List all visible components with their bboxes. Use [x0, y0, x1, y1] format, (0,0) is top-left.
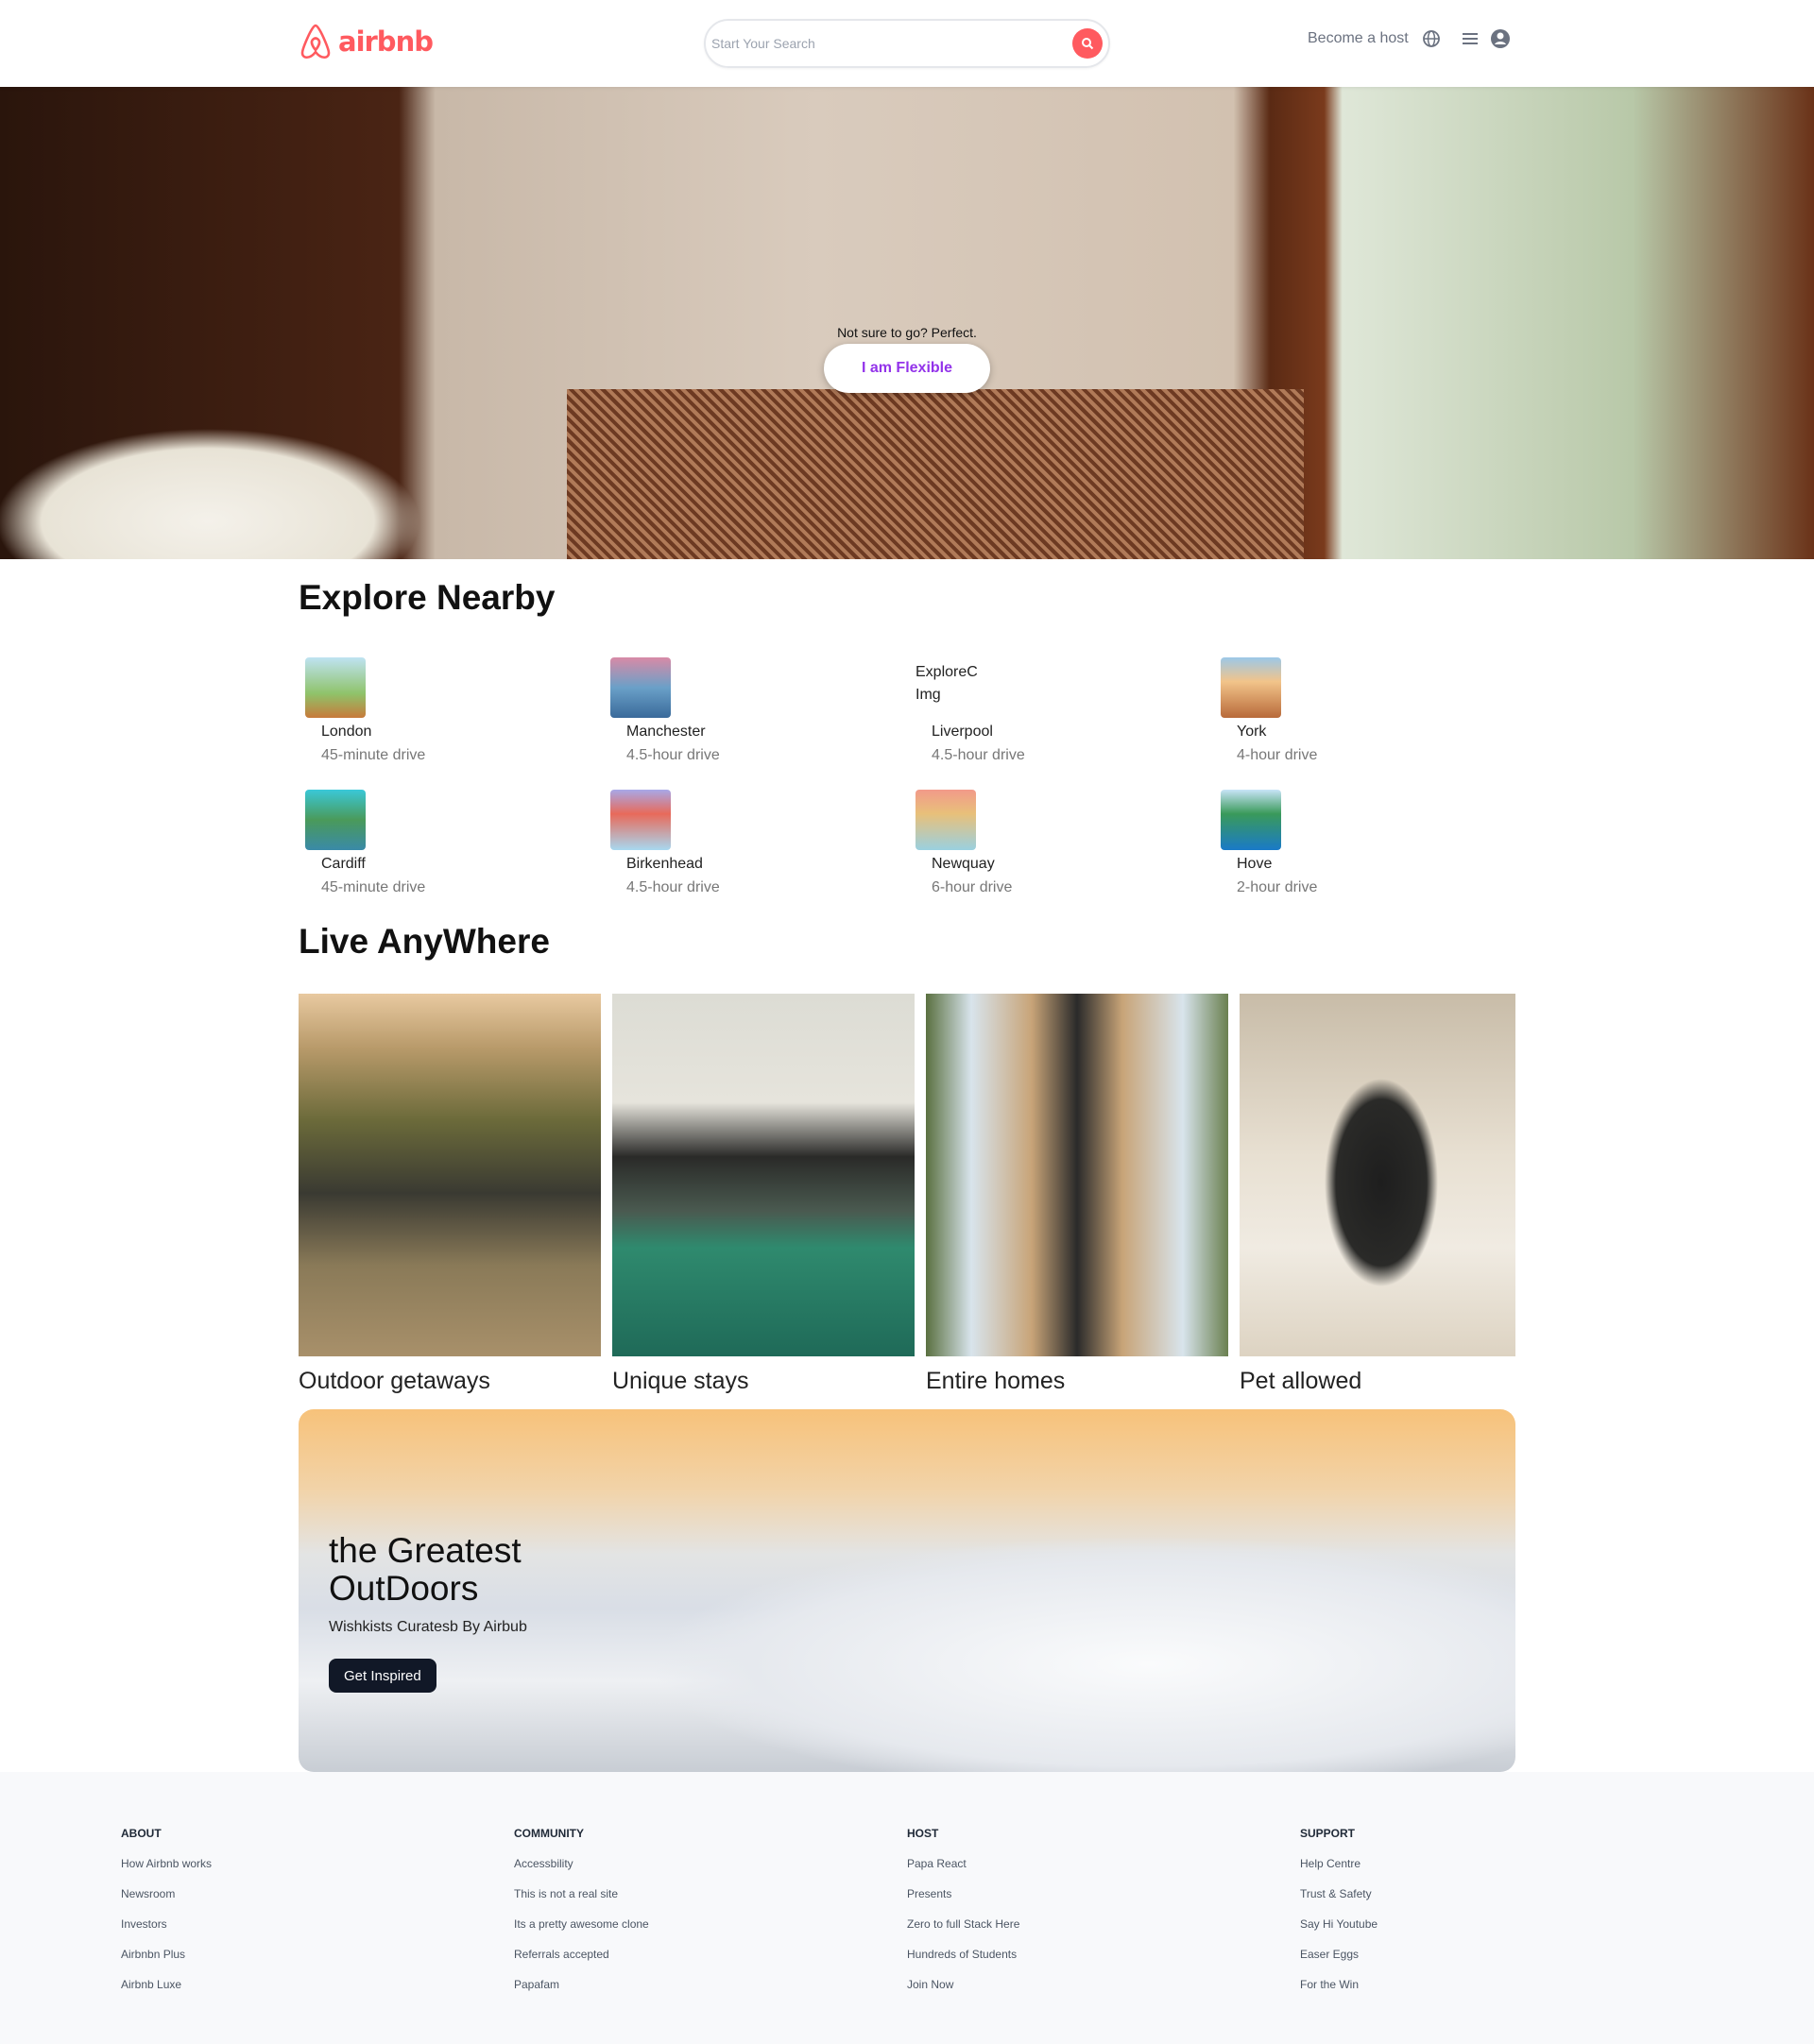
location-distance: 4.5-hour drive: [626, 747, 720, 763]
footer-link[interactable]: How Airbnb works: [121, 1857, 212, 1887]
flexible-button[interactable]: I am Flexible: [824, 344, 990, 393]
banner-title: the Greatest OutDoors: [329, 1531, 522, 1608]
footer-link[interactable]: Easer Eggs: [1300, 1948, 1378, 1978]
footer-link[interactable]: Its a pretty awesome clone: [514, 1917, 649, 1948]
nearby-location[interactable]: Newquay 6-hour drive: [916, 790, 1199, 895]
location-name: London: [321, 724, 372, 740]
footer-column: ABOUT How Airbnb works Newsroom Investors Ai…: [121, 1827, 212, 2008]
footer-heading: COMMUNITY: [514, 1827, 584, 1840]
unique-stays-image: [612, 994, 915, 1356]
hero-tagline: Not sure to go? Perfect.: [837, 325, 977, 340]
footer-link[interactable]: Zero to full Stack Here: [907, 1917, 1019, 1948]
outdoor-getaways-image: [299, 994, 601, 1356]
location-thumbnail: [1221, 657, 1281, 718]
live-anywhere-title: Live AnyWhere: [299, 922, 550, 961]
card-title: Pet allowed: [1240, 1368, 1362, 1394]
search-button[interactable]: [1072, 28, 1103, 59]
location-name: Birkenhead: [626, 856, 703, 872]
nearby-location[interactable]: Birkenhead 4.5-hour drive: [610, 790, 894, 895]
nearby-location[interactable]: ExploreC Img Liverpool 4.5-hour drive: [916, 657, 1199, 763]
footer: ABOUT How Airbnb works Newsroom Investors Ai…: [0, 1772, 1814, 2044]
nearby-location[interactable]: London 45-minute drive: [305, 657, 589, 763]
footer-column: COMMUNITY Accessbility This is not a real …: [514, 1827, 649, 2008]
nearby-location[interactable]: Hove 2-hour drive: [1221, 790, 1504, 895]
footer-link[interactable]: Investors: [121, 1917, 212, 1948]
location-name: Hove: [1237, 856, 1273, 872]
footer-link[interactable]: Referrals accepted: [514, 1948, 649, 1978]
footer-link[interactable]: Accessbility: [514, 1857, 649, 1887]
hero-banner: Not sure to go? Perfect. I am Flexible: [0, 87, 1814, 559]
explore-nearby-title: Explore Nearby: [299, 578, 556, 617]
category-card[interactable]: Entire homes: [926, 994, 1228, 1394]
location-name: Newquay: [932, 856, 995, 872]
footer-link[interactable]: Airbnb Luxe: [121, 1978, 212, 2008]
search-input[interactable]: [711, 36, 1072, 51]
header: airbnb Become a host: [0, 0, 1814, 87]
footer-link[interactable]: Presents: [907, 1887, 1019, 1917]
card-title: Entire homes: [926, 1368, 1066, 1394]
footer-link[interactable]: Say Hi Youtube: [1300, 1917, 1378, 1948]
banner-subtitle: Wishkists Curatesb By Airbub: [329, 1619, 527, 1635]
footer-link[interactable]: Airbnbn Plus: [121, 1948, 212, 1978]
promo-banner: the Greatest OutDoors Wishkists Curatesb…: [299, 1409, 1515, 1772]
broken-image-icon: ExploreC Img: [916, 664, 978, 703]
location-distance: 4.5-hour drive: [626, 879, 720, 895]
location-thumbnail: [305, 657, 366, 718]
category-card[interactable]: Outdoor getaways: [299, 994, 601, 1394]
get-inspired-button[interactable]: Get Inspired: [329, 1659, 436, 1693]
search-icon: [1082, 38, 1094, 50]
footer-link[interactable]: Join Now: [907, 1978, 1019, 2008]
airbnb-logo-icon: [300, 24, 331, 60]
location-distance: 45-minute drive: [321, 747, 426, 763]
category-card[interactable]: Unique stays: [612, 994, 915, 1394]
footer-heading: SUPPORT: [1300, 1827, 1356, 1840]
location-thumbnail: [1221, 790, 1281, 850]
location-thumbnail: [610, 657, 671, 718]
location-distance: 2-hour drive: [1237, 879, 1318, 895]
location-name: Cardiff: [321, 856, 366, 872]
header-actions: Become a host: [1308, 28, 1511, 49]
user-avatar-icon[interactable]: [1490, 28, 1511, 49]
footer-link[interactable]: This is not a real site: [514, 1887, 649, 1917]
nearby-location[interactable]: Manchester 4.5-hour drive: [610, 657, 894, 763]
hero-image-dresser: [567, 389, 1304, 559]
footer-link[interactable]: Papa React: [907, 1857, 1019, 1887]
location-distance: 4-hour drive: [1237, 747, 1318, 763]
category-card[interactable]: Pet allowed: [1240, 994, 1515, 1394]
footer-column: HOST Papa React Presents Zero to full Stack…: [907, 1827, 1019, 2008]
footer-link[interactable]: For the Win: [1300, 1978, 1378, 2008]
entire-homes-image: [926, 994, 1228, 1356]
footer-link[interactable]: Papafam: [514, 1978, 649, 2008]
location-distance: 4.5-hour drive: [932, 747, 1025, 763]
footer-link[interactable]: Hundreds of Students: [907, 1948, 1019, 1978]
nearby-location[interactable]: Cardiff 45-minute drive: [305, 790, 589, 895]
location-thumbnail: [916, 790, 976, 850]
location-distance: 6-hour drive: [932, 879, 1013, 895]
location-distance: 45-minute drive: [321, 879, 426, 895]
location-name: York: [1237, 724, 1267, 740]
location-thumbnail: [305, 790, 366, 850]
footer-column: SUPPORT Help Centre Trust & Safety Say Hi Y…: [1300, 1827, 1378, 2008]
footer-link[interactable]: Trust & Safety: [1300, 1887, 1378, 1917]
location-name: Manchester: [626, 724, 706, 740]
become-host-link[interactable]: Become a host: [1308, 30, 1409, 47]
airbnb-logo[interactable]: airbnb: [299, 23, 434, 60]
brand-name: airbnb: [338, 26, 434, 58]
footer-link[interactable]: Newsroom: [121, 1887, 212, 1917]
menu-icon[interactable]: [1460, 29, 1480, 48]
footer-link[interactable]: Help Centre: [1300, 1857, 1378, 1887]
search-bar: [704, 19, 1110, 68]
card-title: Unique stays: [612, 1368, 749, 1394]
pet-allowed-image: [1240, 994, 1515, 1356]
location-name: Liverpool: [932, 724, 993, 740]
nearby-location[interactable]: York 4-hour drive: [1221, 657, 1504, 763]
footer-heading: ABOUT: [121, 1827, 162, 1840]
footer-heading: HOST: [907, 1827, 939, 1840]
card-title: Outdoor getaways: [299, 1368, 490, 1394]
globe-icon[interactable]: [1422, 29, 1441, 48]
location-thumbnail: [610, 790, 671, 850]
